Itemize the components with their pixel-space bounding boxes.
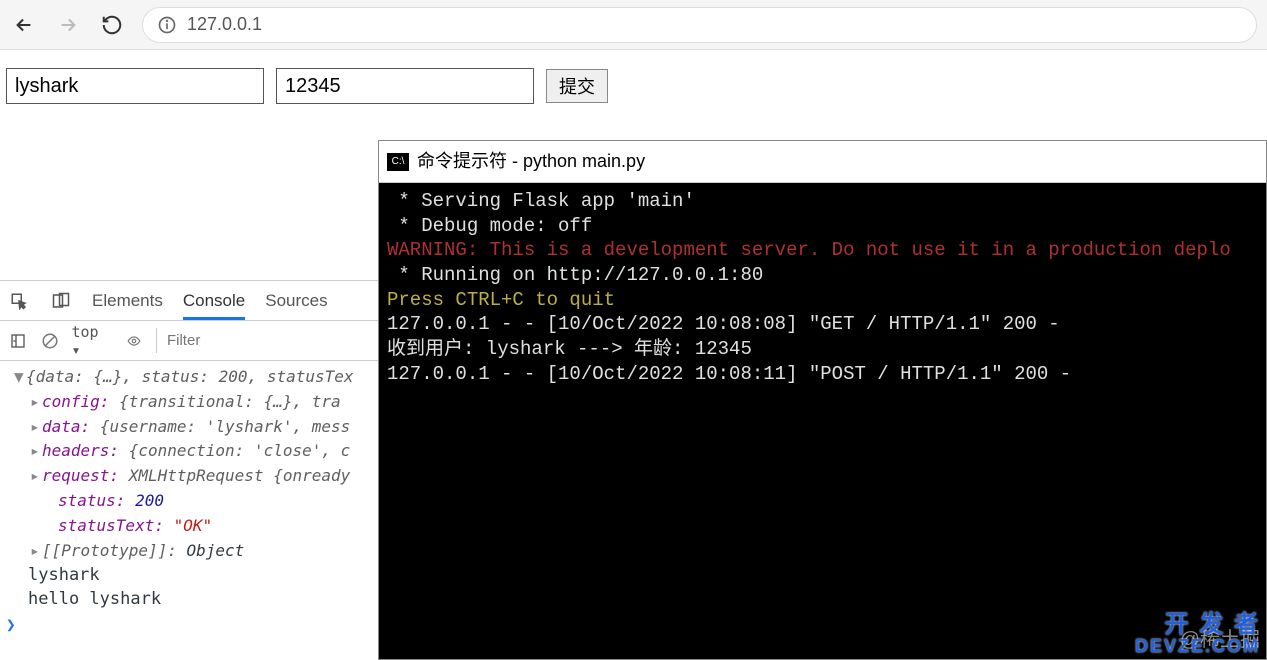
- terminal-window: C:\ 命令提示符 - python main.py * Serving Fla…: [378, 140, 1267, 660]
- nav-forward-button[interactable]: [54, 11, 82, 39]
- devtools-tabbar: Elements Console Sources: [0, 281, 378, 321]
- terminal-body[interactable]: * Serving Flask app 'main' * Debug mode:…: [379, 183, 1266, 393]
- reload-icon: [101, 14, 123, 36]
- expand-toggle[interactable]: ▼: [14, 365, 26, 390]
- page-content: 提交: [0, 50, 1267, 122]
- terminal-title: 命令提示符 - python main.py: [417, 150, 645, 173]
- console-filterbar: top ▾: [0, 321, 378, 361]
- browser-toolbar: 127.0.0.1: [0, 0, 1267, 50]
- console-log-line: hello lyshark: [0, 587, 378, 611]
- device-toggle-button[interactable]: [50, 290, 72, 312]
- nav-reload-button[interactable]: [98, 11, 126, 39]
- console-prompt[interactable]: ❯: [0, 611, 378, 638]
- expand-toggle[interactable]: ▸: [30, 539, 42, 564]
- arrow-left-icon: [13, 14, 35, 36]
- expand-toggle[interactable]: ▸: [30, 390, 42, 415]
- terminal-titlebar[interactable]: C:\ 命令提示符 - python main.py: [379, 141, 1266, 183]
- arrow-right-icon: [57, 14, 79, 36]
- console-log-line: lyshark: [0, 563, 378, 587]
- terminal-line: 127.0.0.1 - - [10/Oct/2022 10:08:11] "PO…: [387, 362, 1258, 387]
- submit-button[interactable]: 提交: [546, 69, 608, 103]
- terminal-line: 127.0.0.1 - - [10/Oct/2022 10:08:08] "GE…: [387, 312, 1258, 337]
- terminal-line: * Serving Flask app 'main': [387, 189, 1258, 214]
- live-expression-button[interactable]: [124, 330, 144, 352]
- sidebar-icon: [10, 333, 26, 349]
- console-output[interactable]: ▼{data: {…}, status: 200, statusTex ▸con…: [0, 361, 378, 563]
- terminal-line: * Running on http://127.0.0.1:80: [387, 263, 1258, 288]
- terminal-line: 收到用户: lyshark ---> 年龄: 12345: [387, 337, 1258, 362]
- tab-console[interactable]: Console: [183, 291, 245, 320]
- username-input[interactable]: [6, 68, 264, 104]
- object-summary: {data: {…}, status: 200, statusTex: [26, 367, 354, 386]
- cmd-icon: C:\: [387, 153, 409, 171]
- tab-sources[interactable]: Sources: [265, 291, 327, 311]
- nav-back-button[interactable]: [10, 11, 38, 39]
- age-input[interactable]: [276, 68, 534, 104]
- inspect-button[interactable]: [8, 290, 30, 312]
- console-filter-input[interactable]: [156, 328, 370, 353]
- device-icon: [51, 292, 71, 310]
- inspect-icon: [10, 292, 28, 310]
- terminal-line: Press CTRL+C to quit: [387, 288, 1258, 313]
- expand-toggle[interactable]: ▸: [30, 415, 42, 440]
- devtools-panel: Elements Console Sources top ▾ ▼{data: {…: [0, 280, 378, 660]
- clear-console-button[interactable]: [40, 330, 60, 352]
- url-text: 127.0.0.1: [187, 14, 262, 35]
- devze-logo: 开 发 者DEVZE.COM: [1135, 613, 1260, 655]
- console-sidebar-toggle[interactable]: [8, 330, 28, 352]
- exec-context-select[interactable]: top ▾: [71, 323, 112, 359]
- url-bar[interactable]: 127.0.0.1: [142, 7, 1257, 43]
- eye-icon: [124, 334, 144, 348]
- terminal-line: * Debug mode: off: [387, 214, 1258, 239]
- clear-icon: [41, 332, 59, 350]
- tab-elements[interactable]: Elements: [92, 291, 163, 311]
- terminal-line: WARNING: This is a development server. D…: [387, 238, 1258, 263]
- expand-toggle[interactable]: ▸: [30, 439, 42, 464]
- expand-toggle[interactable]: ▸: [30, 464, 42, 489]
- info-icon: [157, 15, 177, 35]
